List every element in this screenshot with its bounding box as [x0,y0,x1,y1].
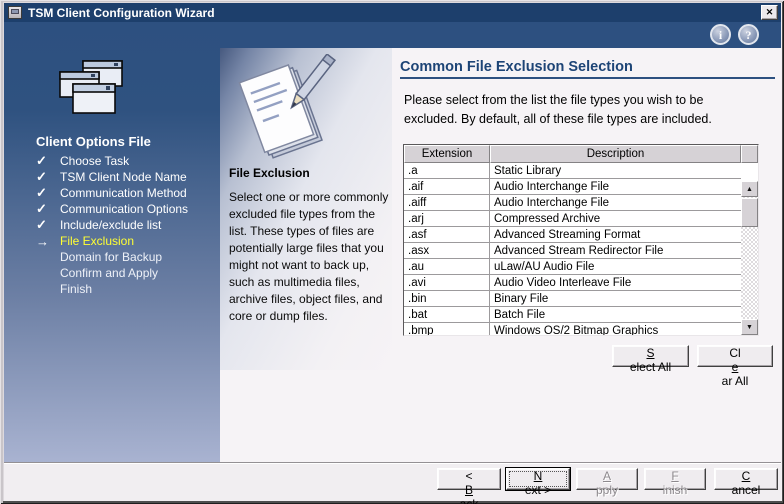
step-status-icon: ✓ [36,185,60,201]
description-cell: Compressed Archive [490,213,741,225]
table-row[interactable]: .asf Advanced Streaming Format [404,227,741,243]
file-exclusion-table: Extension Description .a Static Library … [403,144,759,336]
extension-cell: .bmp [404,323,490,335]
step-status-icon: ✓ [36,217,60,233]
step-label: Communication Options [60,202,188,216]
table-row[interactable]: .au uLaw/AU Audio File [404,259,741,275]
finish-button: Finish [644,468,706,490]
extension-cell: .aif [404,179,490,194]
page-title: Common File Exclusion Selection [400,59,633,75]
cascading-windows-icon [58,60,124,118]
description-cell: Audio Interchange File [490,181,741,193]
description-cell: Windows OS/2 Bitmap Graphics [490,325,741,336]
info-icon[interactable]: i [710,24,731,45]
title-bar[interactable]: TSM Client Configuration Wizard ✕ [4,3,781,22]
description-cell: Batch File [490,309,741,321]
step-status-icon: → [36,234,60,249]
step-label: File Exclusion [60,234,134,248]
wizard-step: ✓ Communication Method [36,185,218,201]
wizard-steps-list: ✓ Choose Task ✓ TSM Client Node Name ✓ C… [36,153,218,297]
step-panel-description: Select one or more commonly excluded fil… [229,189,389,325]
step-status-icon: ✓ [36,169,60,185]
description-cell: Advanced Stream Redirector File [490,245,741,257]
extension-cell: .au [404,259,490,274]
header-filler [741,145,758,163]
table-row[interactable]: .bin Binary File [404,291,741,307]
wizard-step: ✓ TSM Client Node Name [36,169,218,185]
extension-cell: .asx [404,243,490,258]
description-cell: uLaw/AU Audio File [490,261,741,273]
wizard-step: Finish [36,281,218,297]
close-icon[interactable]: ✕ [761,5,778,20]
description-cell: Audio Video Interleave File [490,277,741,289]
table-row[interactable]: .asx Advanced Stream Redirector File [404,243,741,259]
description-cell: Binary File [490,293,741,305]
notepad-pencil-icon [232,54,342,166]
table-row[interactable]: .bmp Windows OS/2 Bitmap Graphics [404,323,741,335]
wizard-step: ✓ Include/exclude list [36,217,218,233]
table-row[interactable]: .arj Compressed Archive [404,211,741,227]
step-status-icon: ✓ [36,153,60,169]
table-row[interactable]: .bat Batch File [404,307,741,323]
back-button[interactable]: < Back [437,468,501,490]
extension-cell: .aiff [404,195,490,210]
step-label: Finish [60,282,92,296]
table-header: Extension Description [404,145,758,163]
extension-cell: .arj [404,211,490,226]
table-row[interactable]: .aif Audio Interchange File [404,179,741,195]
step-label: Domain for Backup [60,250,162,264]
app-icon [8,6,22,19]
extension-cell: .avi [404,275,490,290]
wizard-window: TSM Client Configuration Wizard ✕ i ? Cl… [0,0,784,504]
step-status-icon: ✓ [36,201,60,217]
step-description-panel: File Exclusion Select one or more common… [220,48,392,370]
apply-button: Apply [576,468,638,490]
next-button[interactable]: Next > [506,468,570,490]
table-body: .a Static Library .aif Audio Interchange… [404,163,758,335]
select-all-button[interactable]: Select All [612,345,689,367]
table-row[interactable]: .aiff Audio Interchange File [404,195,741,211]
help-icon[interactable]: ? [738,24,759,45]
scroll-up-icon[interactable]: ▲ [741,181,758,197]
extension-cell: .bin [404,291,490,306]
step-label: Communication Method [60,186,187,200]
wizard-step: ✓ Choose Task [36,153,218,169]
sidebar-heading: Client Options File [36,134,151,149]
table-row[interactable]: .avi Audio Video Interleave File [404,275,741,291]
page-instructions: Please select from the list the file typ… [404,91,756,129]
wizard-step: → File Exclusion [36,233,218,249]
description-column-header[interactable]: Description [490,145,741,163]
scrollbar-thumb[interactable] [741,198,758,227]
step-label: Choose Task [60,154,129,168]
description-cell: Static Library [490,165,741,177]
wizard-step: ✓ Communication Options [36,201,218,217]
cancel-button[interactable]: Cancel [714,468,778,490]
step-label: Confirm and Apply [60,266,158,280]
table-row[interactable]: .a Static Library [404,163,741,179]
step-label: TSM Client Node Name [60,170,187,184]
extension-cell: .a [404,163,490,178]
extension-cell: .bat [404,307,490,322]
window-title: TSM Client Configuration Wizard [28,6,215,20]
step-panel-title: File Exclusion [229,166,310,180]
extension-column-header[interactable]: Extension [404,145,490,163]
wizard-sidebar: Client Options File ✓ Choose Task ✓ TSM … [4,22,220,463]
step-label: Include/exclude list [60,218,161,232]
wizard-step: Confirm and Apply [36,265,218,281]
title-rule [400,77,775,79]
clear-all-button[interactable]: Clear All [697,345,773,367]
extension-cell: .asf [404,227,490,242]
description-cell: Advanced Streaming Format [490,229,741,241]
description-cell: Audio Interchange File [490,197,741,209]
scroll-down-icon[interactable]: ▼ [741,319,758,335]
vertical-scrollbar[interactable]: ▲ ▼ [741,181,758,335]
wizard-step: Domain for Backup [36,249,218,265]
